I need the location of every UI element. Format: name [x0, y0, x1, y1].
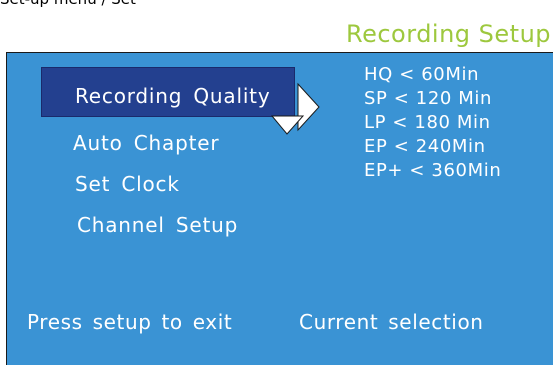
quality-option-ep-plus[interactable]: EP+ < 360Min — [364, 160, 501, 181]
menu-item-recording-quality[interactable]: Recording Quality — [75, 84, 270, 108]
menu-item-channel-setup[interactable]: Channel Setup — [77, 213, 238, 237]
quality-option-ep[interactable]: EP < 240Min — [364, 136, 486, 157]
triangle-down-icon[interactable] — [270, 115, 305, 137]
recording-setup-screen: Set-up menu / Set Recording Setup Record… — [0, 0, 553, 365]
quality-option-sp[interactable]: SP < 120 Min — [364, 88, 492, 109]
quality-option-hq[interactable]: HQ < 60Min — [364, 64, 479, 85]
screen-title: Recording Setup — [346, 20, 552, 48]
cropped-heading-text: Set-up menu / Set — [0, 0, 136, 8]
menu-item-set-clock[interactable]: Set Clock — [75, 172, 180, 196]
setup-menu-panel: Recording Quality Auto Chapter Set Clock… — [6, 52, 553, 365]
footer-current-selection: Current selection — [299, 310, 484, 334]
footer-exit-hint: Press setup to exit — [27, 310, 233, 334]
quality-option-lp[interactable]: LP < 180 Min — [364, 112, 491, 133]
menu-item-auto-chapter[interactable]: Auto Chapter — [73, 131, 219, 155]
